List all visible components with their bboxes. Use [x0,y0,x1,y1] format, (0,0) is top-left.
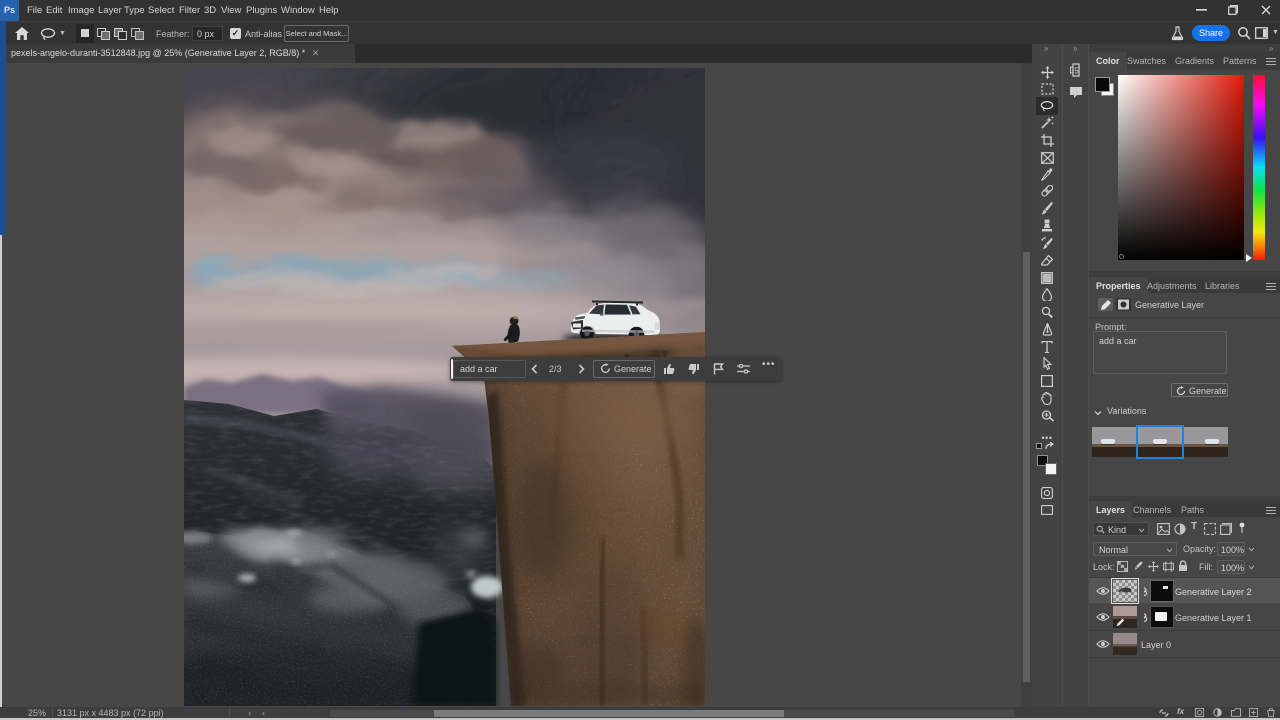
svg-text:5: 5 [1074,67,1079,76]
